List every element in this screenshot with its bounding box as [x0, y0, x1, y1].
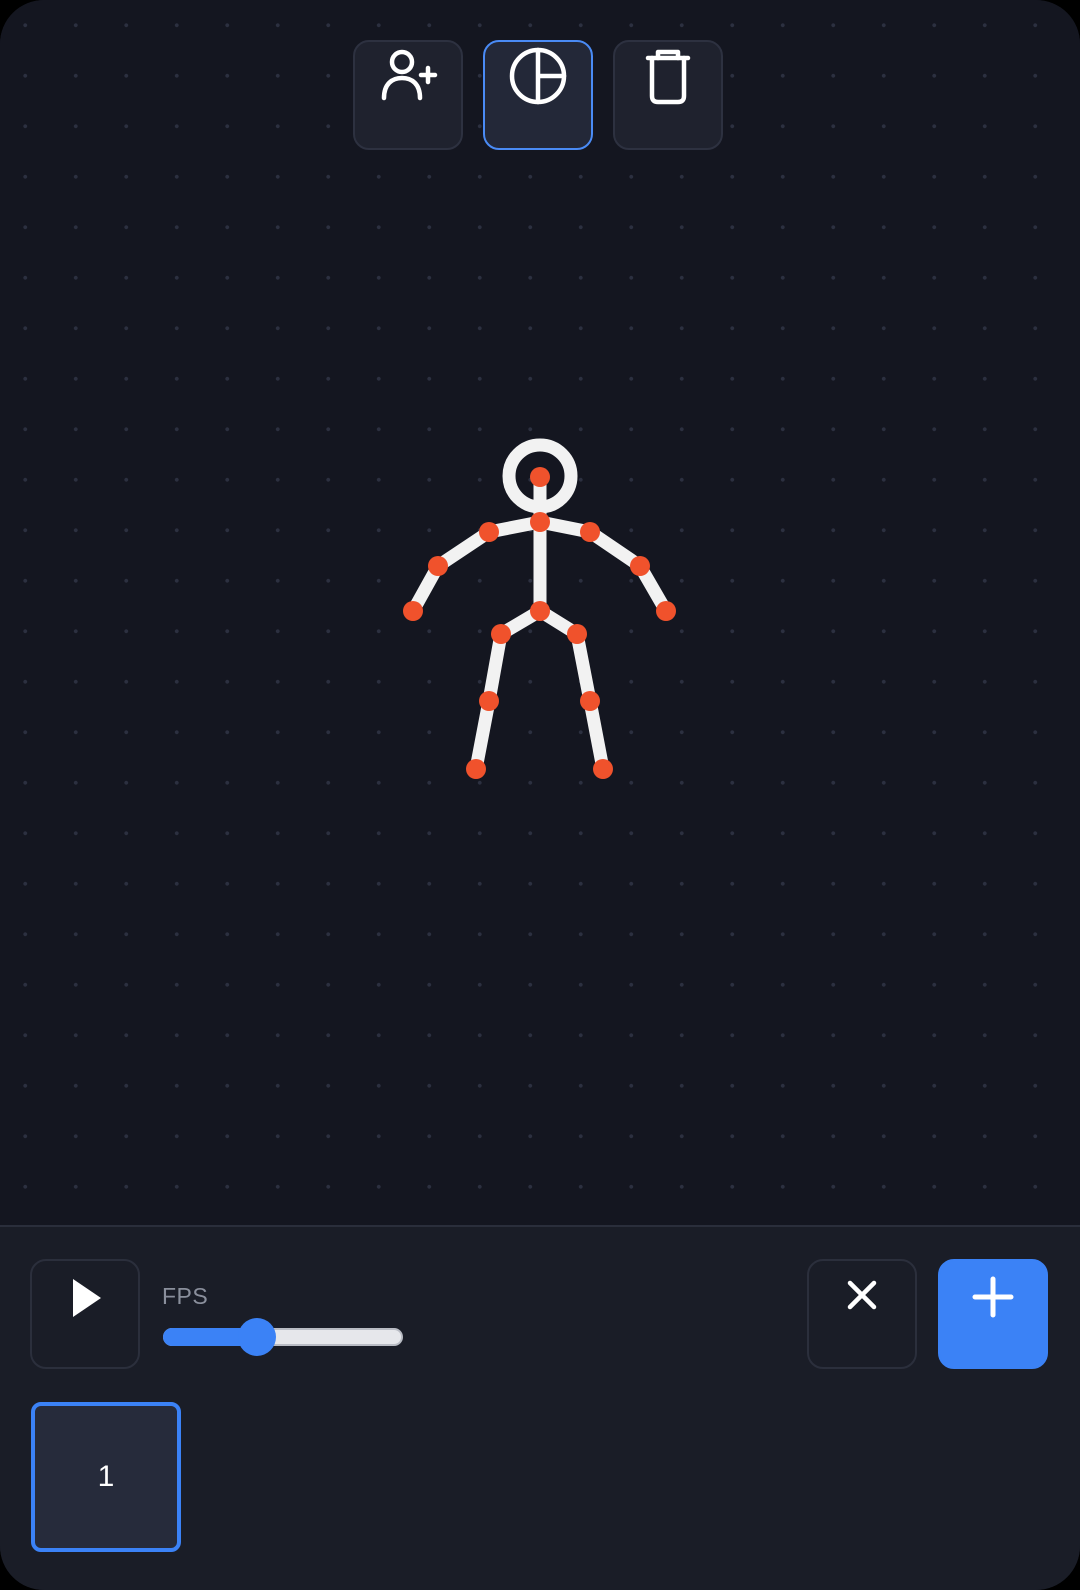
- plus-icon: [972, 1276, 1014, 1318]
- joint-pelvis[interactable]: [530, 601, 550, 621]
- fps-label: FPS: [162, 1283, 209, 1309]
- timeline-panel: FPS 1: [0, 1225, 1080, 1590]
- joint-right-elbow[interactable]: [630, 556, 650, 576]
- fps-slider[interactable]: [163, 1318, 403, 1356]
- joint-right-knee[interactable]: [580, 691, 600, 711]
- right-shin-bone: [583, 694, 610, 776]
- joint-left-hand[interactable]: [403, 601, 423, 621]
- joint-right-hand[interactable]: [656, 601, 676, 621]
- joint-left-elbow[interactable]: [428, 556, 448, 576]
- joint-right-shoulder[interactable]: [580, 522, 600, 542]
- play-button[interactable]: [30, 1259, 140, 1369]
- slider-thumb[interactable]: [238, 1318, 276, 1356]
- skeleton-joints[interactable]: [403, 467, 676, 779]
- frame-number: 1: [97, 1460, 115, 1493]
- joint-neck[interactable]: [530, 512, 550, 532]
- joint-right-foot[interactable]: [593, 759, 613, 779]
- clear-button[interactable]: [807, 1259, 917, 1369]
- play-icon: [73, 1279, 101, 1317]
- close-icon: [847, 1280, 877, 1310]
- add-frame-button[interactable]: [938, 1259, 1048, 1369]
- joint-left-hip[interactable]: [491, 624, 511, 644]
- joint-left-shoulder[interactable]: [479, 522, 499, 542]
- right-thigh-bone: [570, 627, 597, 708]
- animation-app: FPS 1: [0, 0, 1080, 1590]
- joint-left-knee[interactable]: [479, 691, 499, 711]
- left-thigh-bone: [482, 627, 508, 708]
- stick-figure[interactable]: [0, 0, 1080, 1225]
- joint-left-foot[interactable]: [466, 759, 486, 779]
- left-shin-bone: [469, 694, 496, 776]
- joint-right-hip[interactable]: [567, 624, 587, 644]
- joint-head[interactable]: [530, 467, 550, 487]
- pose-canvas[interactable]: [0, 0, 1080, 1225]
- frame-thumbnail[interactable]: 1: [31, 1402, 181, 1552]
